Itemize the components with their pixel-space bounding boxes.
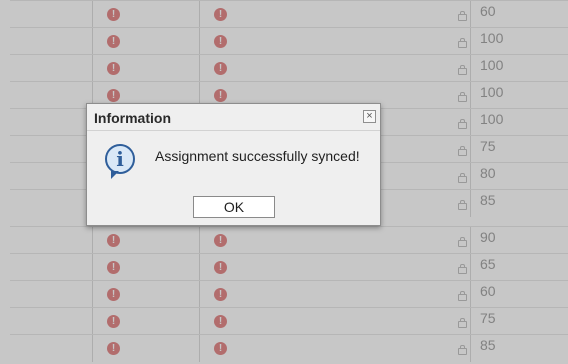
information-dialog: Information × i Assignment successfully …: [86, 103, 381, 226]
ok-button[interactable]: OK: [193, 196, 275, 218]
dialog-message: Assignment successfully synced!: [155, 148, 360, 164]
screen: ! ! 60 ! ! 100 ! ! 100 ! ! 100 ! ! 100: [0, 0, 568, 364]
info-icon: i: [105, 144, 135, 179]
dialog-divider: [87, 130, 380, 131]
dialog-title: Information: [94, 110, 171, 126]
close-icon[interactable]: ×: [363, 110, 376, 123]
